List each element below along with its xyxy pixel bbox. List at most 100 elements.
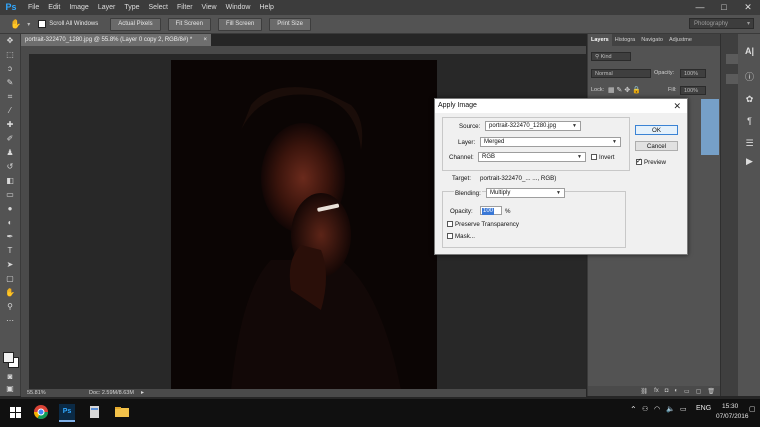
path-select-tool-icon[interactable]: ➤ xyxy=(0,258,20,272)
cancel-button[interactable]: Cancel xyxy=(635,141,678,151)
status-arrow-icon[interactable]: ▸ xyxy=(141,389,144,397)
panel-collapse-icon[interactable] xyxy=(726,74,738,84)
new-layer-icon[interactable]: ▢ xyxy=(696,388,702,395)
mask-checkbox[interactable] xyxy=(447,233,453,239)
screen-mode-icon[interactable]: ▣ xyxy=(0,382,20,396)
zoom-tool-icon[interactable]: ⚲ xyxy=(0,300,20,314)
preview-checkbox[interactable] xyxy=(636,157,642,165)
trash-icon[interactable]: 🗑 xyxy=(707,388,715,395)
pen-tool-icon[interactable]: ✒ xyxy=(0,230,20,244)
character-panel-icon[interactable]: A| xyxy=(738,46,760,56)
chrome-icon[interactable] xyxy=(33,404,49,420)
layer-opacity-input[interactable]: 100% xyxy=(680,69,706,78)
fx-icon[interactable]: fx xyxy=(654,388,659,394)
move-tool-icon[interactable]: ✥ xyxy=(0,34,20,48)
brush-tool-icon[interactable]: ✐ xyxy=(0,132,20,146)
paragraph-panel-icon[interactable]: ¶ xyxy=(738,116,760,126)
zoom-level[interactable]: 55.81% xyxy=(27,389,46,397)
add-mask-icon[interactable]: ◘ xyxy=(665,388,669,394)
new-group-icon[interactable]: ▭ xyxy=(684,388,690,395)
workspace-select[interactable]: Photography ▾ xyxy=(689,18,754,29)
monitor-icon[interactable]: ▭ xyxy=(680,405,687,413)
close-icon[interactable]: ✕ xyxy=(673,99,681,113)
fit-screen-button[interactable]: Fit Screen xyxy=(167,17,211,31)
quick-select-tool-icon[interactable]: ✎ xyxy=(0,76,20,90)
clock-date[interactable]: 07/07/2016 xyxy=(716,413,749,420)
wifi-icon[interactable]: ◠ xyxy=(654,405,660,413)
document-tab[interactable]: portrait-322470_1280.jpg @ 55.8% (Layer … xyxy=(21,34,211,46)
lock-icons[interactable]: ▦ ✎ ✥ 🔒 xyxy=(608,86,641,94)
fill-input[interactable]: 100% xyxy=(680,86,706,95)
history-brush-tool-icon[interactable]: ↺ xyxy=(0,160,20,174)
hand-tool-icon[interactable]: ✋ xyxy=(0,286,20,300)
eyedropper-tool-icon[interactable]: ⁄ xyxy=(0,104,20,118)
adjustment-layer-icon[interactable]: ◐ xyxy=(674,388,678,394)
preserve-transparency-checkbox[interactable] xyxy=(447,221,453,227)
healing-tool-icon[interactable]: ✚ xyxy=(0,118,20,132)
foreground-color-swatch[interactable] xyxy=(3,352,14,363)
photo-canvas[interactable] xyxy=(171,60,437,389)
dodge-tool-icon[interactable]: ◐ xyxy=(0,216,20,230)
lasso-tool-icon[interactable]: ↄ xyxy=(0,62,20,76)
menu-view[interactable]: View xyxy=(202,4,217,11)
play-actions-icon[interactable]: ▶ xyxy=(738,156,760,167)
swatches-panel-icon[interactable]: ✿ xyxy=(738,94,760,105)
file-explorer-icon[interactable] xyxy=(114,404,130,420)
properties-panel-icon[interactable]: ☰ xyxy=(738,138,760,149)
channel-select[interactable]: RGB ▼ xyxy=(478,152,586,162)
crop-tool-icon[interactable]: ⌗ xyxy=(0,90,20,104)
tool-preset-chevron-icon[interactable]: ▾ xyxy=(27,21,30,28)
blend-mode-select[interactable]: Normal xyxy=(591,69,651,78)
link-layers-icon[interactable]: ⛓ xyxy=(640,388,648,395)
tab-layers[interactable]: Layers xyxy=(588,34,612,46)
invert-checkbox[interactable] xyxy=(591,154,597,160)
minimize-button[interactable]: — xyxy=(688,0,712,15)
menu-window[interactable]: Window xyxy=(226,4,251,11)
eraser-tool-icon[interactable]: ◧ xyxy=(0,174,20,188)
tab-navigator[interactable]: Navigato xyxy=(638,34,666,46)
tab-adjustments[interactable]: Adjustme xyxy=(666,34,695,46)
shape-tool-icon[interactable]: ▢ xyxy=(0,272,20,286)
close-tab-icon[interactable]: × xyxy=(203,34,207,46)
menu-help[interactable]: Help xyxy=(260,4,274,11)
blending-select[interactable]: Multiply ▼ xyxy=(486,188,565,198)
language-indicator[interactable]: ENG xyxy=(696,405,711,412)
source-select[interactable]: portrait-322470_1280.jpg ▼ xyxy=(485,121,581,131)
tab-histogram[interactable]: Histogra xyxy=(612,34,638,46)
photoshop-taskbar-icon[interactable]: Ps xyxy=(59,404,75,422)
clock-time[interactable]: 15:30 xyxy=(722,403,738,410)
maximize-button[interactable]: □ xyxy=(712,0,736,15)
menu-file[interactable]: File xyxy=(28,4,39,11)
close-button[interactable]: ✕ xyxy=(736,0,760,15)
more-tools-icon[interactable]: ⋯ xyxy=(0,314,20,328)
layer-select[interactable]: Merged ▼ xyxy=(480,137,621,147)
selected-layer-row[interactable] xyxy=(701,99,719,155)
menu-layer[interactable]: Layer xyxy=(98,4,116,11)
ok-button[interactable]: OK xyxy=(635,125,678,135)
menu-image[interactable]: Image xyxy=(69,4,88,11)
scroll-all-checkbox[interactable] xyxy=(38,20,47,28)
gradient-tool-icon[interactable]: ▭ xyxy=(0,188,20,202)
tray-chevron-icon[interactable]: ⌃ xyxy=(630,405,637,414)
volume-icon[interactable]: 🔈 xyxy=(666,405,675,413)
menu-type[interactable]: Type xyxy=(124,4,139,11)
info-panel-icon[interactable]: ⓘ xyxy=(738,70,760,83)
menu-filter[interactable]: Filter xyxy=(177,4,193,11)
blur-tool-icon[interactable]: ● xyxy=(0,202,20,216)
file-icon[interactable] xyxy=(86,404,102,420)
marquee-tool-icon[interactable]: ⬚ xyxy=(0,48,20,62)
hand-tool-icon[interactable]: ✋ xyxy=(10,19,21,30)
type-tool-icon[interactable]: T xyxy=(0,244,20,258)
clone-stamp-tool-icon[interactable]: ♟ xyxy=(0,146,20,160)
windows-start-icon[interactable] xyxy=(8,404,24,420)
menu-select[interactable]: Select xyxy=(149,4,168,11)
menu-edit[interactable]: Edit xyxy=(48,4,60,11)
kind-filter-select[interactable]: ⚲ Kind xyxy=(591,52,631,61)
panel-collapse-icon[interactable] xyxy=(726,54,738,64)
fill-screen-button[interactable]: Fill Screen xyxy=(217,17,263,31)
print-size-button[interactable]: Print Size xyxy=(269,17,311,31)
opacity-input[interactable]: 100 xyxy=(480,206,502,215)
people-icon[interactable]: ⚇ xyxy=(642,405,648,413)
actual-pixels-button[interactable]: Actual Pixels xyxy=(110,17,161,31)
notification-icon[interactable]: ▢ xyxy=(749,405,756,413)
